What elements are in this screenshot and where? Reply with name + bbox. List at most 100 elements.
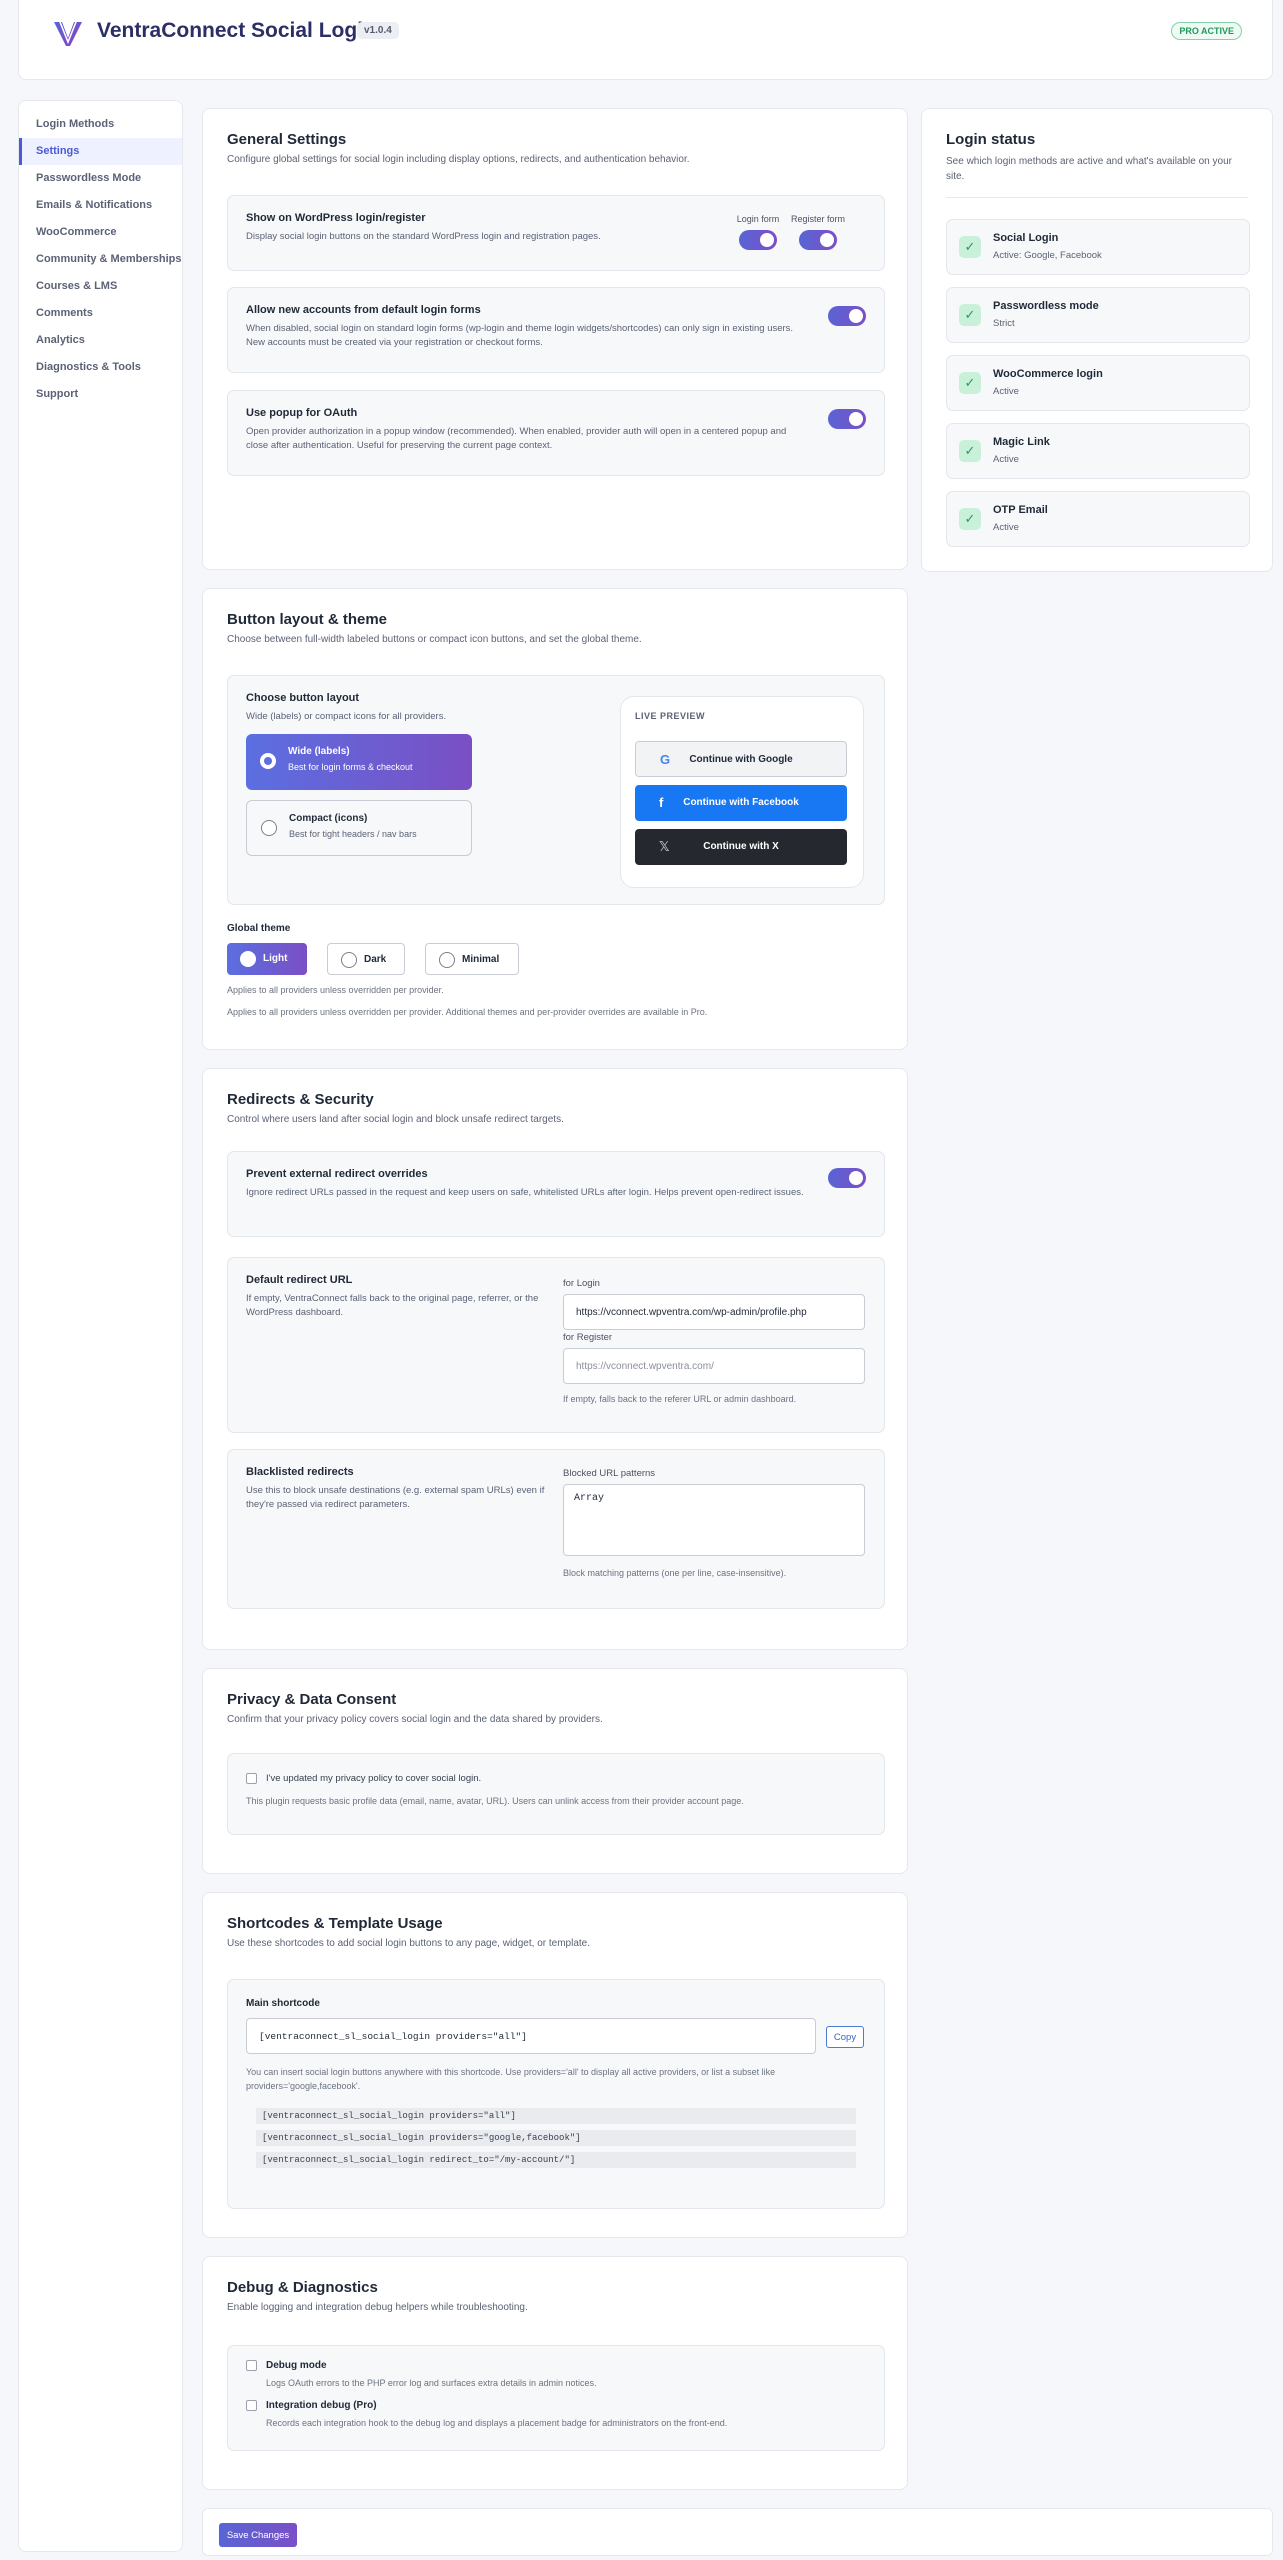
sidebar-item-login-methods[interactable]: Login Methods: [19, 111, 182, 138]
continue-facebook-button[interactable]: f Continue with Facebook: [635, 785, 847, 821]
allow-accounts-desc: When disabled, social login on standard …: [246, 323, 794, 349]
google-icon: G: [660, 752, 671, 767]
status-name: OTP Email: [993, 504, 1048, 516]
integration-debug-checkbox[interactable]: [246, 2400, 257, 2411]
pro-active-badge: PRO ACTIVE: [1171, 22, 1242, 40]
register-form-label: Register form: [790, 214, 845, 224]
login-redirect-input[interactable]: [563, 1294, 865, 1330]
general-settings-title: General Settings: [227, 131, 347, 148]
show-on-wp-setting: Show on WordPress login/register Display…: [227, 195, 885, 271]
main-shortcode-input[interactable]: [246, 2018, 816, 2054]
option-title: Wide (labels): [288, 746, 350, 757]
allow-accounts-setting: Allow new accounts from default login fo…: [227, 287, 885, 373]
theme-dark-option[interactable]: Dark: [327, 943, 405, 975]
sidebar-item-diagnostics-tools[interactable]: Diagnostics & Tools: [19, 354, 182, 381]
status-divider: [946, 197, 1248, 198]
prevent-redirect-setting: Prevent external redirect overrides Igno…: [227, 1151, 885, 1237]
main-shortcode-box: Main shortcode Copy You can insert socia…: [227, 1979, 885, 2209]
status-sub: Active: Google, Facebook: [993, 250, 1102, 261]
sidebar-item-analytics[interactable]: Analytics: [19, 327, 182, 354]
default-redirect-desc: If empty, VentraConnect falls back to th…: [246, 1293, 539, 1319]
radio-selected-icon: [260, 753, 276, 769]
version-badge: v1.0.4: [357, 22, 399, 39]
option-sub: Best for login forms & checkout: [288, 762, 413, 772]
sidebar-item-support[interactable]: Support: [19, 381, 182, 408]
save-changes-button[interactable]: Save Changes: [219, 2523, 297, 2547]
prevent-redirect-toggle[interactable]: [828, 1168, 866, 1188]
login-form-toggle[interactable]: [739, 230, 777, 250]
sidebar-item-community-memberships[interactable]: Community & Memberships: [19, 246, 182, 273]
privacy-consent-box: I've updated my privacy policy to cover …: [227, 1753, 885, 1835]
popup-oauth-setting: Use popup for OAuth Open provider author…: [227, 390, 885, 476]
popup-oauth-desc: Open provider authorization in a popup w…: [246, 426, 787, 452]
radio-selected-icon: [240, 951, 256, 967]
blacklist-title: Blacklisted redirects: [246, 1466, 354, 1478]
register-form-toggle[interactable]: [799, 230, 837, 250]
redirects-security-card: Redirects & Security Control where users…: [202, 1068, 908, 1650]
save-footer-bar: Save Changes: [202, 2508, 1273, 2556]
login-form-label: Login form: [736, 214, 780, 224]
continue-x-button[interactable]: 𝕏 Continue with X: [635, 829, 847, 865]
layout-option-compact[interactable]: Compact (icons) Best for tight headers /…: [246, 800, 472, 856]
radio-empty-icon: [439, 952, 455, 968]
blacklist-desc: Use this to block unsafe destinations (e…: [246, 1485, 545, 1511]
radio-empty-icon: [341, 952, 357, 968]
theme-pro-note: Applies to all providers unless overridd…: [227, 1007, 708, 1017]
layout-chooser: Choose button layout Wide (labels) or co…: [227, 675, 885, 905]
sidebar-item-woocommerce[interactable]: WooCommerce: [19, 219, 182, 246]
button-layout-card: Button layout & theme Choose between ful…: [202, 588, 908, 1050]
status-name: WooCommerce login: [993, 368, 1103, 380]
button-label: Continue with Facebook: [683, 797, 799, 808]
status-item-social-login: ✓ Social Login Active: Google, Facebook: [946, 219, 1250, 275]
facebook-icon: f: [659, 795, 664, 810]
choose-layout-desc: Wide (labels) or compact icons for all p…: [246, 711, 447, 722]
shortcode-example: [ventraconnect_sl_social_login providers…: [256, 2130, 856, 2146]
status-name: Magic Link: [993, 436, 1050, 448]
sidebar-item-passwordless-mode[interactable]: Passwordless Mode: [19, 165, 182, 192]
redirects-desc: Control where users land after social lo…: [227, 1114, 564, 1125]
debug-mode-desc: Logs OAuth errors to the PHP error log a…: [266, 2378, 597, 2388]
app-title: VentraConnect Social Login: [97, 19, 376, 42]
integration-debug-title: Integration debug (Pro): [266, 2400, 377, 2411]
layout-option-wide[interactable]: Wide (labels) Best for login forms & che…: [246, 734, 472, 790]
privacy-consent-card: Privacy & Data Consent Confirm that your…: [202, 1668, 908, 1874]
button-layout-desc: Choose between full-width labeled button…: [227, 634, 642, 645]
popup-oauth-title: Use popup for OAuth: [246, 407, 358, 419]
status-item-magic-link: ✓ Magic Link Active: [946, 423, 1250, 479]
login-status-card: Login status See which login methods are…: [921, 108, 1273, 572]
button-layout-title: Button layout & theme: [227, 611, 387, 628]
privacy-checkbox[interactable]: [246, 1773, 257, 1784]
global-theme-title: Global theme: [227, 923, 291, 934]
blacklist-setting: Blacklisted redirects Use this to block …: [227, 1449, 885, 1609]
show-on-wp-desc: Display social login buttons on the stan…: [246, 231, 601, 242]
allow-accounts-toggle[interactable]: [828, 306, 866, 326]
theme-light-option[interactable]: Light: [227, 943, 307, 975]
login-status-desc: See which login methods are active and w…: [946, 156, 1232, 182]
sidebar-item-settings[interactable]: Settings: [19, 138, 182, 165]
copy-button[interactable]: Copy: [826, 2026, 864, 2048]
option-title: Compact (icons): [289, 813, 368, 824]
debug-mode-checkbox[interactable]: [246, 2360, 257, 2371]
sidebar-item-emails-notifications[interactable]: Emails & Notifications: [19, 192, 182, 219]
sidebar-item-comments[interactable]: Comments: [19, 300, 182, 327]
debug-desc: Enable logging and integration debug hel…: [227, 2302, 528, 2313]
continue-google-button[interactable]: G Continue with Google: [635, 741, 847, 777]
shortcodes-desc: Use these shortcodes to add social login…: [227, 1938, 590, 1949]
general-settings-desc: Configure global settings for social log…: [227, 154, 690, 165]
debug-mode-title: Debug mode: [266, 2360, 327, 2371]
debug-options-box: Debug mode Logs OAuth errors to the PHP …: [227, 2345, 885, 2451]
privacy-title: Privacy & Data Consent: [227, 1691, 397, 1708]
button-label: Continue with Google: [689, 754, 793, 765]
option-sub: Best for tight headers / nav bars: [289, 829, 417, 839]
check-icon: ✓: [959, 304, 981, 326]
theme-label: Light: [263, 953, 288, 964]
theme-label: Minimal: [462, 954, 500, 965]
register-redirect-input[interactable]: [563, 1348, 865, 1384]
check-icon: ✓: [959, 508, 981, 530]
sidebar-item-courses-lms[interactable]: Courses & LMS: [19, 273, 182, 300]
blocked-patterns-textarea[interactable]: Array: [563, 1484, 865, 1556]
popup-oauth-toggle[interactable]: [828, 409, 866, 429]
sidebar-nav: Login Methods Settings Passwordless Mode…: [18, 100, 183, 2552]
radio-empty-icon: [261, 820, 277, 836]
theme-minimal-option[interactable]: Minimal: [425, 943, 519, 975]
